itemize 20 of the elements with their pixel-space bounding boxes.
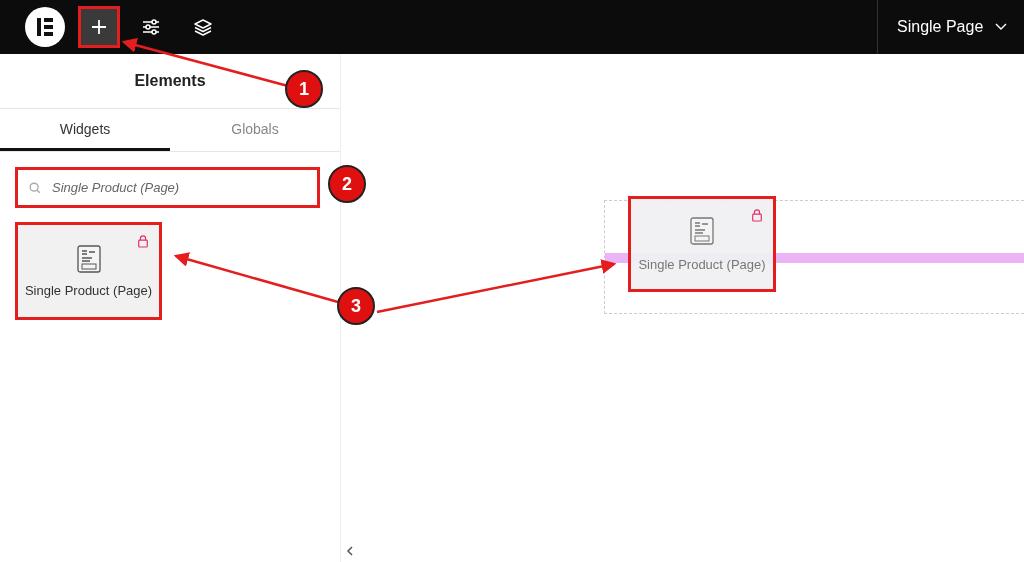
widget-label: Single Product (Page) [24, 282, 153, 298]
step-badge: 1 [285, 70, 323, 108]
step-badge: 2 [328, 165, 366, 203]
tab[interactable]: Globals [170, 109, 340, 151]
product-page-icon [690, 216, 714, 245]
widget-card[interactable]: Single Product (Page) [15, 222, 162, 320]
sliders-icon [141, 17, 161, 37]
widget-label: Single Product (Page) [638, 256, 766, 272]
logo-icon[interactable] [25, 7, 65, 47]
add-element-button[interactable] [81, 9, 117, 45]
tab[interactable]: Widgets [0, 109, 170, 151]
search-field[interactable]: Single Product (Page) [15, 167, 320, 208]
step-badge: 3 [337, 287, 375, 325]
chevron-down-icon [995, 23, 1008, 31]
dragged-widget[interactable]: Single Product (Page) [628, 196, 776, 292]
plus-icon [89, 17, 109, 37]
collapse-icon[interactable] [346, 545, 354, 557]
product-page-icon [76, 244, 101, 273]
page-selector[interactable]: Single Page [877, 0, 1024, 54]
layers-icon [193, 17, 213, 37]
